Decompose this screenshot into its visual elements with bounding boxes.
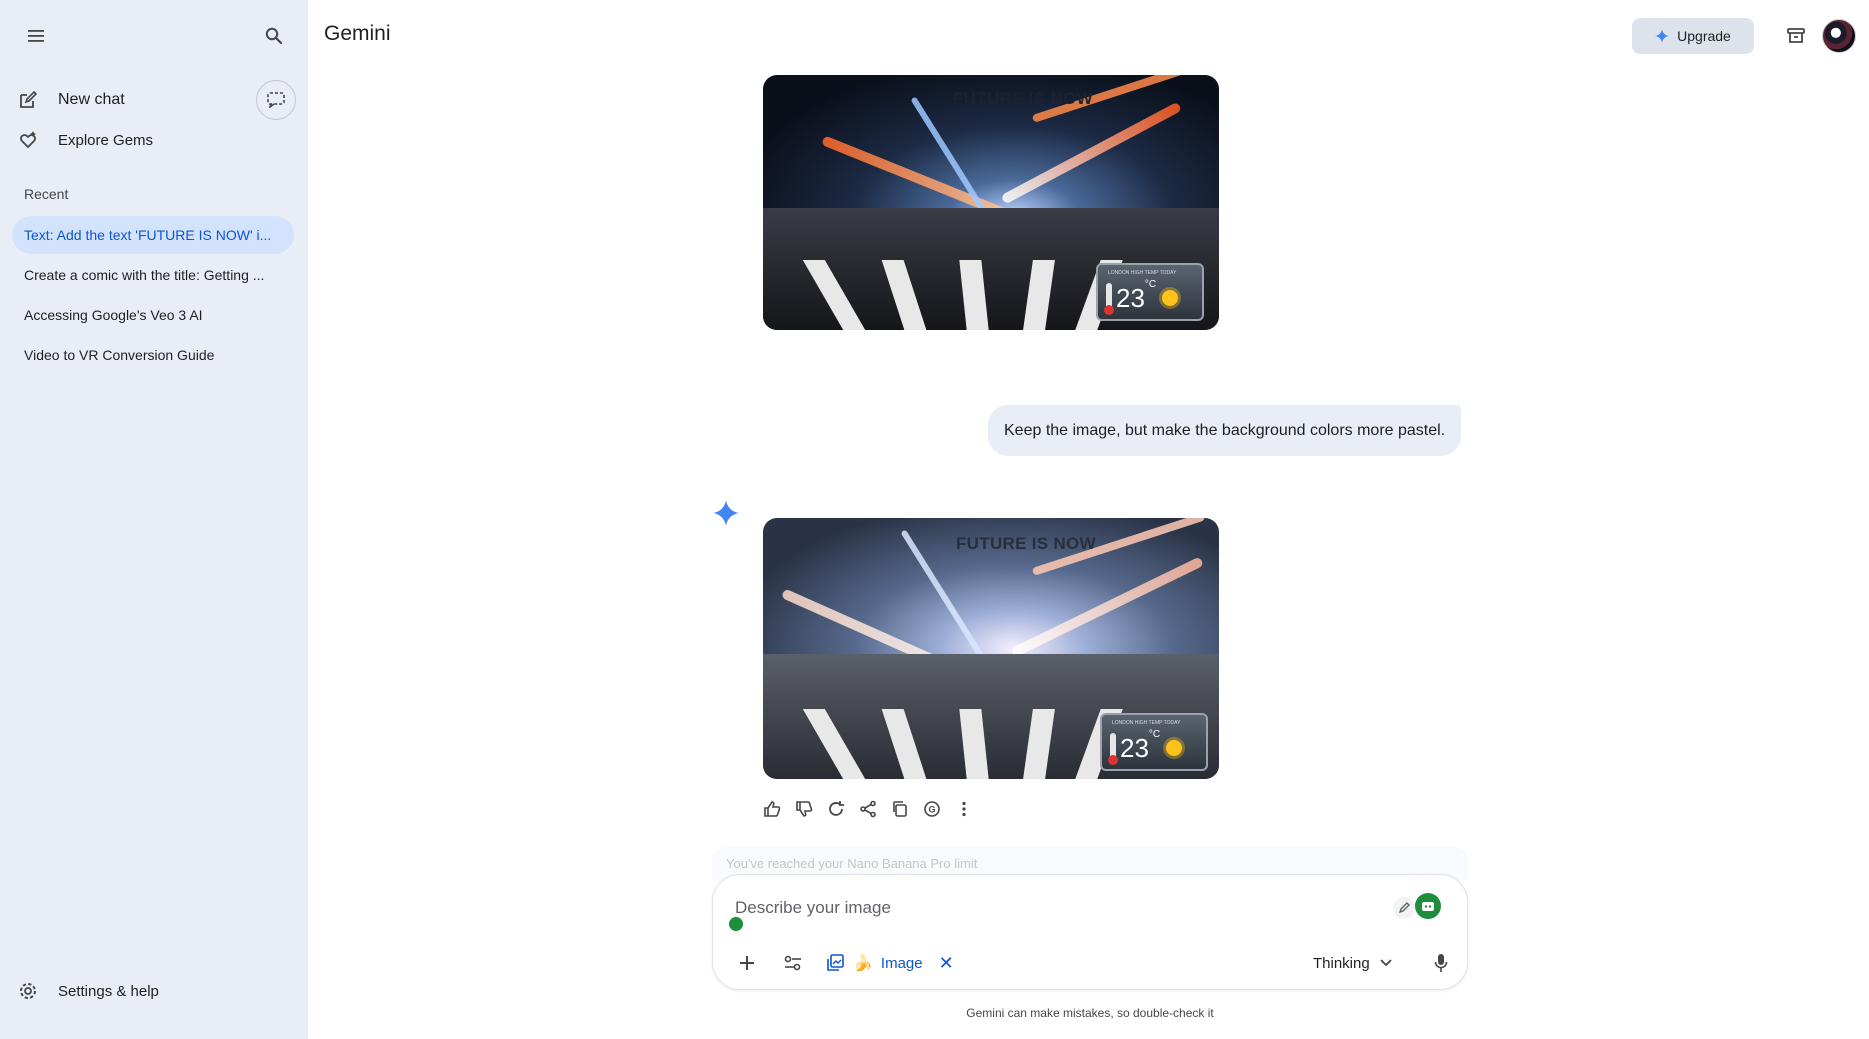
recent-heading: Recent [24, 186, 69, 202]
edit-icon [16, 88, 40, 112]
recent-chat-item[interactable]: Text: Add the text 'FUTURE IS NOW' i... [12, 216, 294, 254]
prompt-input[interactable] [735, 895, 1335, 921]
sun-icon [1162, 290, 1179, 306]
microphone-icon [1434, 954, 1448, 972]
gear-icon [16, 979, 40, 1003]
generated-image[interactable]: FUTURE IS NOW LONDON HIGH TEMP TODAY 23 … [763, 75, 1219, 330]
search-icon[interactable] [258, 20, 290, 52]
sidebar: New chat Explore Gems Recent Text: Add t… [0, 0, 308, 1039]
copy-icon[interactable] [888, 797, 912, 821]
thumbs-up-icon[interactable] [760, 797, 784, 821]
add-attachment-button[interactable] [731, 947, 763, 979]
thermometer-icon [1108, 733, 1118, 765]
image-overlay-text: FUTURE IS NOW [953, 89, 1093, 108]
banana-icon: 🍌 [853, 955, 873, 972]
regenerate-icon[interactable] [824, 797, 848, 821]
thermometer-icon [1104, 283, 1114, 315]
new-chat-label: New chat [58, 91, 125, 108]
image-gallery-icon [827, 954, 844, 971]
recent-chat-item[interactable]: Accessing Google's Veo 3 AI [12, 296, 294, 334]
share-icon[interactable] [856, 797, 880, 821]
avatar[interactable] [1822, 19, 1856, 53]
app-title: Gemini [324, 22, 391, 45]
gem-heart-icon [16, 128, 40, 152]
menu-icon[interactable] [20, 20, 52, 52]
plus-icon [740, 956, 754, 970]
explore-gems-button[interactable]: Explore Gems [16, 124, 153, 156]
user-message: Keep the image, but make the background … [988, 405, 1462, 456]
more-options-icon[interactable] [952, 797, 976, 821]
tools-button[interactable] [777, 947, 809, 979]
extension-bot-icon[interactable] [1415, 893, 1441, 919]
new-chat-button[interactable]: New chat [16, 84, 125, 116]
weather-widget: LONDON HIGH TEMP TODAY 23 °C [1100, 713, 1208, 771]
model-label: Thinking [1313, 954, 1370, 972]
close-icon[interactable]: ✕ [939, 953, 954, 974]
weather-widget: LONDON HIGH TEMP TODAY 23 °C [1096, 263, 1204, 321]
generated-image[interactable]: FUTURE IS NOW LONDON HIGH TEMP TODAY 23 … [763, 518, 1219, 779]
prompt-composer: 🍌 Image ✕ Thinking [712, 874, 1468, 990]
tools-icon [784, 955, 801, 971]
microphone-button[interactable] [1425, 947, 1457, 979]
disclaimer-text: Gemini can make mistakes, so double-chec… [966, 1006, 1214, 1020]
sun-icon [1166, 740, 1183, 756]
grammar-extension-icon[interactable] [727, 915, 745, 933]
archive-icon[interactable] [1780, 20, 1812, 52]
model-selector[interactable]: Thinking [1313, 947, 1392, 979]
temporary-chat-icon [267, 92, 285, 108]
double-check-icon[interactable]: G [920, 797, 944, 821]
thumbs-down-icon[interactable] [792, 797, 816, 821]
svg-text:G: G [928, 805, 935, 815]
recent-chat-item[interactable]: Create a comic with the title: Getting .… [12, 256, 294, 294]
recent-chat-item[interactable]: Video to VR Conversion Guide [12, 336, 294, 374]
image-overlay-text: FUTURE IS NOW [956, 534, 1096, 553]
settings-help-button[interactable]: Settings & help [16, 975, 159, 1007]
recent-chats-list: Text: Add the text 'FUTURE IS NOW' i... … [12, 216, 294, 376]
upgrade-label: Upgrade [1677, 28, 1731, 44]
image-tool-chip[interactable]: 🍌 Image ✕ [827, 947, 954, 979]
chevron-down-icon [1380, 959, 1392, 967]
response-actions: G [760, 797, 976, 821]
extension-pen-icon[interactable] [1393, 897, 1415, 919]
image-chip-label: Image [880, 954, 923, 972]
explore-gems-label: Explore Gems [58, 131, 154, 149]
settings-help-label: Settings & help [58, 982, 159, 1000]
upgrade-button[interactable]: Upgrade [1632, 18, 1754, 54]
temporary-chat-button[interactable] [256, 80, 296, 120]
sparkle-icon [1655, 29, 1670, 43]
gemini-sparkle-icon [713, 500, 739, 526]
